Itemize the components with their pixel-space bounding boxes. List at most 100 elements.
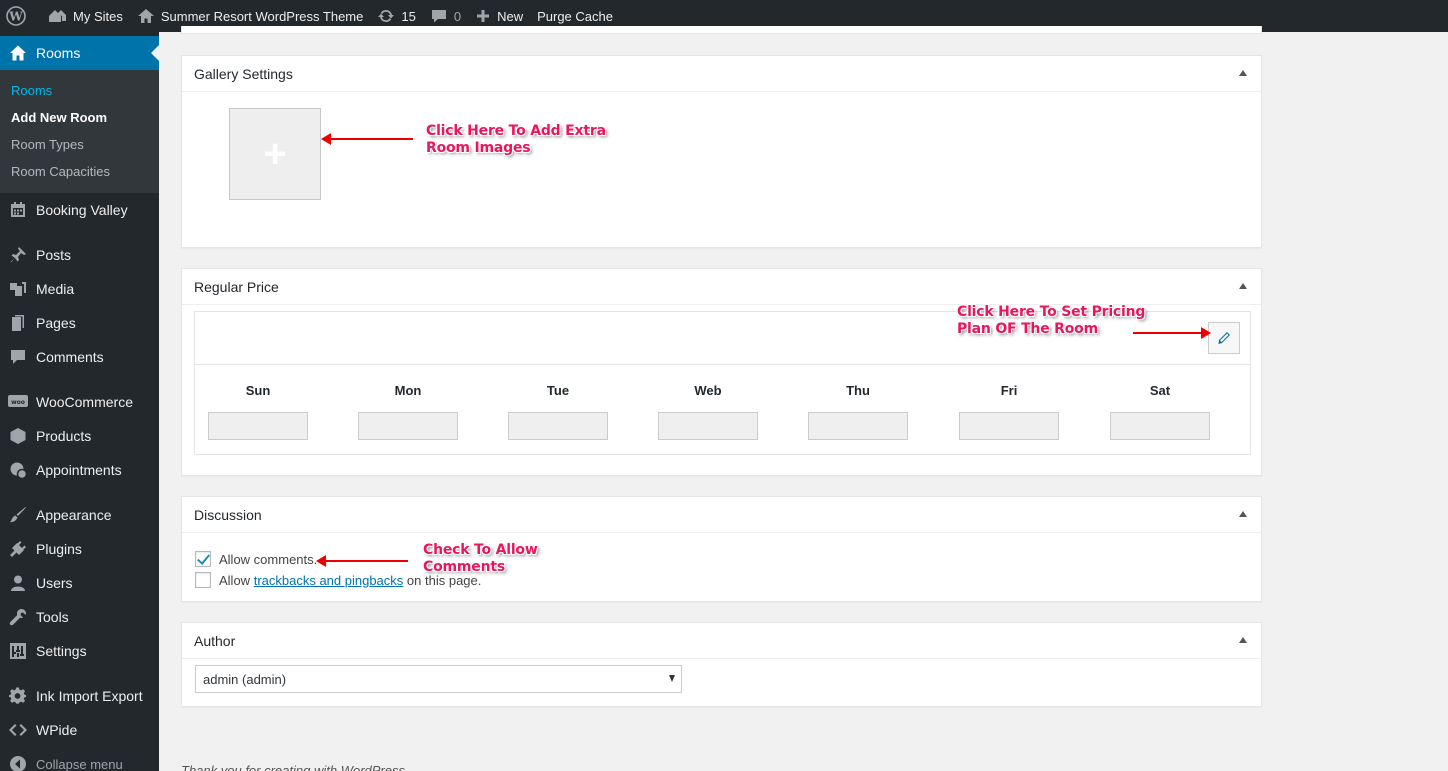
annotation-arrow-gallery bbox=[321, 133, 413, 145]
sidebar-item-label: Pages bbox=[36, 315, 76, 331]
postbox-title: Discussion bbox=[194, 506, 262, 523]
media-icon bbox=[0, 280, 36, 298]
price-input-sun[interactable] bbox=[208, 412, 308, 440]
day-label: Sat bbox=[1149, 383, 1171, 398]
plus-icon: + bbox=[263, 132, 287, 176]
author-select[interactable]: admin (admin) bbox=[195, 665, 682, 693]
toggle-arrow-icon[interactable] bbox=[1239, 637, 1247, 643]
day-label: Sun bbox=[245, 383, 271, 398]
postbox-title: Gallery Settings bbox=[194, 65, 293, 82]
purge-cache-label: Purge Cache bbox=[537, 8, 613, 24]
regular-price-postbox: Regular Price Sun Mon Tue Web Thu Fri Sa… bbox=[181, 268, 1262, 476]
allow-comments-checkbox[interactable] bbox=[195, 551, 211, 567]
updates-count: 15 bbox=[401, 8, 416, 24]
sidebar-item-label: Tools bbox=[36, 609, 69, 625]
sidebar-item-booking-valley[interactable]: Booking Valley bbox=[0, 193, 159, 227]
sidebar-item-woocommerce[interactable]: woo WooCommerce bbox=[0, 385, 159, 419]
price-input-sat[interactable] bbox=[1110, 412, 1210, 440]
my-sites-menu[interactable]: My Sites bbox=[40, 0, 130, 32]
comment-bubble-icon bbox=[431, 10, 446, 23]
sidebar-item-label: WPide bbox=[36, 722, 78, 738]
allow-comments-row: Allow comments. bbox=[195, 551, 317, 567]
price-input-wed[interactable] bbox=[658, 412, 758, 440]
day-label: Tue bbox=[546, 383, 570, 398]
site-name-label: Summer Resort WordPress Theme bbox=[160, 8, 364, 24]
submenu-item-add-new-room[interactable]: Add New Room bbox=[11, 110, 107, 125]
sidebar-item-label: Media bbox=[36, 281, 75, 297]
annotation-arrow-pricing bbox=[1133, 327, 1211, 339]
home-icon bbox=[137, 9, 154, 23]
paintbrush-icon bbox=[0, 506, 36, 524]
gallery-settings-header[interactable]: Gallery Settings bbox=[182, 56, 1261, 92]
regular-price-header[interactable]: Regular Price bbox=[182, 269, 1261, 305]
submenu-item-rooms[interactable]: Rooms bbox=[11, 83, 52, 98]
sidebar-item-ink-import-export[interactable]: Ink Import Export bbox=[0, 679, 159, 713]
annotation-gallery: Click Here To Add Extra Room Images bbox=[426, 123, 606, 156]
sidebar-item-comments[interactable]: Comments bbox=[0, 340, 159, 374]
gallery-settings-postbox: Gallery Settings + bbox=[181, 55, 1262, 248]
my-sites-icon bbox=[49, 10, 66, 22]
collapse-arrow-icon bbox=[0, 755, 36, 771]
toggle-arrow-icon[interactable] bbox=[1239, 511, 1247, 517]
my-sites-label: My Sites bbox=[73, 8, 123, 24]
allow-trackbacks-checkbox[interactable] bbox=[195, 572, 211, 588]
submenu-item-room-capacities[interactable]: Room Capacities bbox=[11, 164, 110, 179]
sidebar-item-label: Plugins bbox=[36, 541, 82, 557]
sidebar-item-label: Ink Import Export bbox=[36, 688, 143, 704]
wordpress-logo-icon[interactable]: W bbox=[0, 0, 40, 32]
sidebar-item-tools[interactable]: Tools bbox=[0, 600, 159, 634]
previous-postbox-edge bbox=[181, 26, 1262, 34]
sidebar-item-appearance[interactable]: Appearance bbox=[0, 498, 159, 532]
add-gallery-image-button[interactable]: + bbox=[229, 108, 321, 200]
sidebar-item-label: WooCommerce bbox=[36, 394, 133, 410]
author-header[interactable]: Author bbox=[182, 623, 1261, 659]
sidebar-item-label: Booking Valley bbox=[36, 202, 128, 218]
sidebar-item-products[interactable]: Products bbox=[0, 419, 159, 453]
collapse-menu-button[interactable]: Collapse menu bbox=[0, 747, 159, 771]
day-label: Fri bbox=[1000, 383, 1018, 398]
sidebar-item-label: Products bbox=[36, 428, 92, 444]
sidebar-item-users[interactable]: Users bbox=[0, 566, 159, 600]
sidebar-item-wpide[interactable]: WPide bbox=[0, 713, 159, 747]
annotation-arrow-comments bbox=[316, 555, 408, 567]
sidebar-item-label: Comments bbox=[36, 349, 104, 365]
author-selected-value: admin (admin) bbox=[203, 671, 287, 687]
sidebar-item-settings[interactable]: Settings bbox=[0, 634, 159, 668]
sidebar-item-label: Rooms bbox=[36, 45, 81, 61]
discussion-header[interactable]: Discussion bbox=[182, 497, 1261, 533]
user-icon bbox=[0, 574, 36, 592]
edit-pricing-button[interactable] bbox=[1208, 322, 1240, 354]
annotation-pricing: Click Here To Set Pricing Plan OF The Ro… bbox=[957, 304, 1146, 337]
price-input-mon[interactable] bbox=[358, 412, 458, 440]
sidebar-item-appointments[interactable]: Appointments bbox=[0, 453, 159, 487]
comment-bubble-icon bbox=[0, 348, 36, 366]
svg-text:W: W bbox=[8, 10, 23, 24]
sidebar-item-media[interactable]: Media bbox=[0, 272, 159, 306]
chevron-down-icon bbox=[669, 675, 675, 682]
author-postbox: Author admin (admin) bbox=[181, 622, 1262, 707]
price-input-tue[interactable] bbox=[508, 412, 608, 440]
price-input-thu[interactable] bbox=[808, 412, 908, 440]
day-label: Web bbox=[694, 383, 722, 398]
pages-icon bbox=[0, 314, 36, 332]
comments-count: 0 bbox=[453, 8, 462, 24]
postbox-title: Regular Price bbox=[194, 278, 279, 295]
trackbacks-link[interactable]: trackbacks and pingbacks bbox=[254, 573, 404, 588]
submenu-item-room-types[interactable]: Room Types bbox=[11, 137, 84, 152]
sidebar-item-rooms[interactable]: Rooms bbox=[0, 36, 159, 70]
rooms-submenu: Rooms Add New Room Room Types Room Capac… bbox=[0, 70, 159, 193]
sidebar-item-posts[interactable]: Posts bbox=[0, 238, 159, 272]
product-box-icon bbox=[0, 427, 36, 445]
sidebar-item-pages[interactable]: Pages bbox=[0, 306, 159, 340]
postbox-title: Author bbox=[194, 632, 236, 649]
toggle-arrow-icon[interactable] bbox=[1239, 283, 1247, 289]
appointments-icon bbox=[0, 461, 36, 479]
updates-icon bbox=[378, 9, 395, 23]
wrench-icon bbox=[0, 608, 36, 626]
price-input-fri[interactable] bbox=[959, 412, 1059, 440]
sidebar-item-plugins[interactable]: Plugins bbox=[0, 532, 159, 566]
allow-comments-label: Allow comments. bbox=[219, 551, 318, 567]
toggle-arrow-icon[interactable] bbox=[1239, 70, 1247, 76]
allow-trackbacks-label-pre: Allow bbox=[219, 572, 251, 588]
discussion-postbox: Discussion Allow comments. Allow trackba… bbox=[181, 496, 1262, 602]
